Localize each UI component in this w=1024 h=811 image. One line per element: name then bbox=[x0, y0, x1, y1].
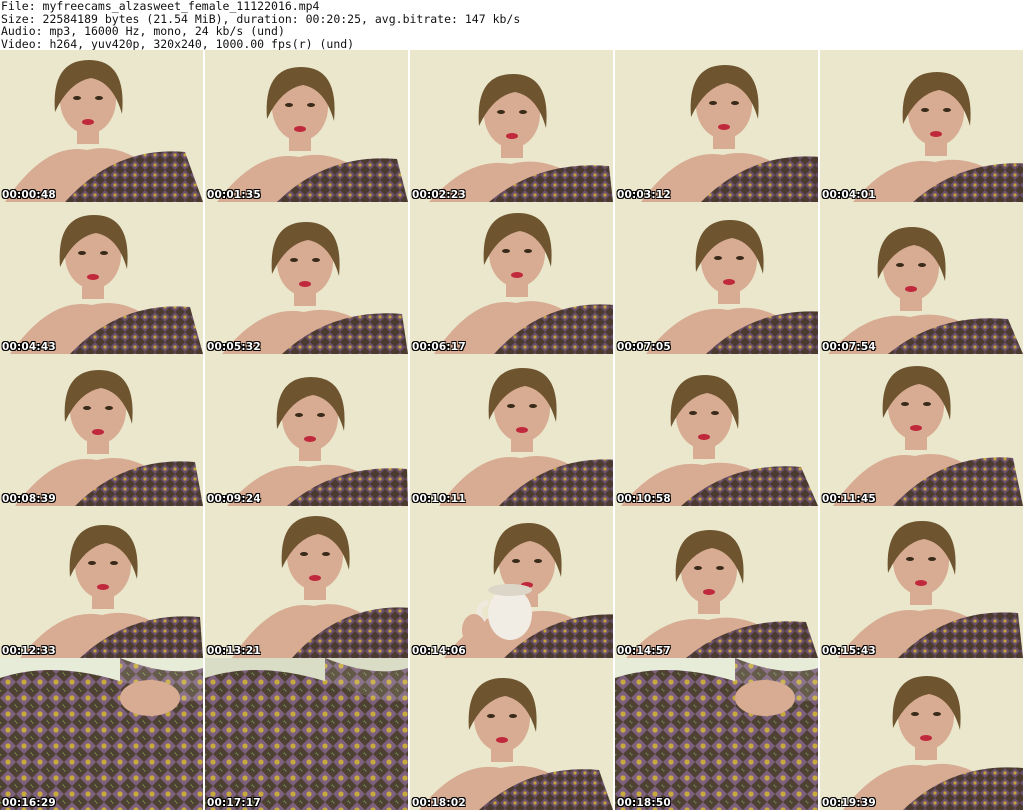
thumbnail: 00:12:33 bbox=[0, 506, 203, 658]
video-frame-image bbox=[205, 506, 408, 658]
thumbnail-timestamp: 00:12:33 bbox=[2, 645, 56, 657]
video-frame-image bbox=[410, 506, 613, 658]
thumbnail: 00:11:45 bbox=[820, 354, 1023, 506]
video-frame-image bbox=[615, 658, 818, 810]
thumbnail-timestamp: 00:06:17 bbox=[412, 341, 466, 353]
video-frame-image bbox=[615, 202, 818, 354]
thumbnail: 00:10:11 bbox=[410, 354, 613, 506]
video-frame-image bbox=[0, 202, 203, 354]
video-frame-image bbox=[0, 506, 203, 658]
thumbnail: 00:18:50 bbox=[615, 658, 818, 810]
thumbnail: 00:10:58 bbox=[615, 354, 818, 506]
thumbnail: 00:06:17 bbox=[410, 202, 613, 354]
thumbnail: 00:00:48 bbox=[0, 50, 203, 202]
thumbnail: 00:17:17 bbox=[205, 658, 408, 810]
video-frame-image bbox=[205, 202, 408, 354]
thumbnail: 00:02:23 bbox=[410, 50, 613, 202]
thumbnail: 00:04:01 bbox=[820, 50, 1023, 202]
thumbnail-timestamp: 00:10:58 bbox=[617, 493, 671, 505]
thumbnail-timestamp: 00:02:23 bbox=[412, 189, 466, 201]
thumbnail-timestamp: 00:13:21 bbox=[207, 645, 261, 657]
thumbnail-timestamp: 00:00:48 bbox=[2, 189, 56, 201]
video-frame-image bbox=[410, 50, 613, 202]
thumbnail-timestamp: 00:08:39 bbox=[2, 493, 56, 505]
audio-info-line: Audio: mp3, 16000 Hz, mono, 24 kb/s (und… bbox=[1, 24, 285, 38]
thumbnail: 00:09:24 bbox=[205, 354, 408, 506]
thumbnail: 00:01:35 bbox=[205, 50, 408, 202]
thumbnail: 00:15:43 bbox=[820, 506, 1023, 658]
video-frame-image bbox=[410, 202, 613, 354]
thumbnail: 00:14:57 bbox=[615, 506, 818, 658]
thumbnail-grid: 00:00:48 00:01:35 00:02:23 00:03:12 00:0… bbox=[0, 50, 1023, 810]
thumbnail: 00:07:05 bbox=[615, 202, 818, 354]
video-frame-image bbox=[820, 354, 1023, 506]
thumbnail: 00:13:21 bbox=[205, 506, 408, 658]
thumbnail-timestamp: 00:07:05 bbox=[617, 341, 671, 353]
video-frame-image bbox=[205, 354, 408, 506]
thumbnail-timestamp: 00:01:35 bbox=[207, 189, 261, 201]
thumbnail-timestamp: 00:15:43 bbox=[822, 645, 876, 657]
thumbnail: 00:14:06 bbox=[410, 506, 613, 658]
video-frame-image bbox=[820, 202, 1023, 354]
thumbnail-timestamp: 00:14:57 bbox=[617, 645, 671, 657]
thumbnail-timestamp: 00:09:24 bbox=[207, 493, 261, 505]
video-info-header: File: myfreecams_alzasweet_female_111220… bbox=[0, 0, 1024, 50]
video-frame-image bbox=[615, 354, 818, 506]
video-frame-image bbox=[205, 658, 408, 810]
thumbnail: 00:05:32 bbox=[205, 202, 408, 354]
video-frame-image bbox=[410, 354, 613, 506]
thumbnail: 00:08:39 bbox=[0, 354, 203, 506]
video-frame-image bbox=[820, 658, 1023, 810]
video-info-line: Video: h264, yuv420p, 320x240, 1000.00 f… bbox=[1, 36, 355, 51]
video-frame-image bbox=[820, 50, 1023, 202]
thumbnail-timestamp: 00:16:29 bbox=[2, 797, 56, 809]
thumbnail-timestamp: 00:04:01 bbox=[822, 189, 876, 201]
video-frame-image bbox=[410, 658, 613, 810]
thumbnail-timestamp: 00:18:50 bbox=[617, 797, 671, 809]
thumbnail-timestamp: 00:07:54 bbox=[822, 341, 876, 353]
video-frame-image bbox=[0, 50, 203, 202]
thumbnail: 00:16:29 bbox=[0, 658, 203, 810]
video-frame-image bbox=[615, 50, 818, 202]
thumbnail-timestamp: 00:05:32 bbox=[207, 341, 261, 353]
thumbnail-timestamp: 00:11:45 bbox=[822, 493, 876, 505]
thumbnail-timestamp: 00:14:06 bbox=[412, 645, 466, 657]
thumbnail: 00:07:54 bbox=[820, 202, 1023, 354]
thumbnail: 00:18:02 bbox=[410, 658, 613, 810]
video-frame-image bbox=[615, 506, 818, 658]
video-frame-image bbox=[205, 50, 408, 202]
thumbnail: 00:04:43 bbox=[0, 202, 203, 354]
video-frame-image bbox=[0, 354, 203, 506]
video-frame-image bbox=[820, 506, 1023, 658]
thumbnail-timestamp: 00:19:39 bbox=[822, 797, 876, 809]
thumbnail-timestamp: 00:10:11 bbox=[412, 493, 466, 505]
thumbnail-timestamp: 00:03:12 bbox=[617, 189, 671, 201]
thumbnail-timestamp: 00:18:02 bbox=[412, 797, 466, 809]
thumbnail: 00:03:12 bbox=[615, 50, 818, 202]
video-frame-image bbox=[0, 658, 203, 810]
file-name-line: File: myfreecams_alzasweet_female_111220… bbox=[1, 0, 320, 13]
thumbnail: 00:19:39 bbox=[820, 658, 1023, 810]
thumbnail-timestamp: 00:17:17 bbox=[207, 797, 261, 809]
thumbnail-timestamp: 00:04:43 bbox=[2, 341, 56, 353]
